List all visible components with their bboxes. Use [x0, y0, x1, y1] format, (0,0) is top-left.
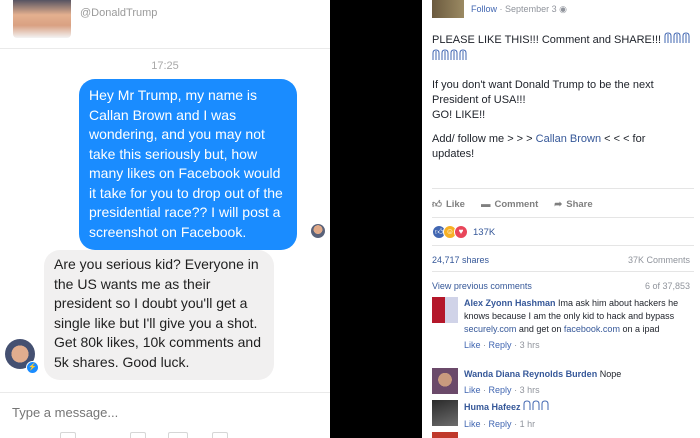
securely-link[interactable]: securely.com: [464, 324, 516, 334]
post-line-1: PLEASE LIKE THIS!!! Comment and SHARE!!!: [432, 34, 662, 46]
post-line-2b: President of USA!!!: [432, 94, 526, 106]
comments-count[interactable]: 37K Comments: [628, 255, 690, 265]
commenter-name[interactable]: Huma Hafeez: [464, 402, 521, 412]
gif-icon[interactable]: [130, 432, 146, 438]
globe-icon: ◉: [559, 4, 567, 14]
separator: ·: [514, 385, 518, 395]
composer-divider: [0, 392, 330, 393]
comment-label: Comment: [494, 198, 539, 210]
counts-divider: [432, 271, 694, 272]
actions-divider-top: [432, 188, 694, 189]
view-previous-comments-link[interactable]: View previous comments: [432, 281, 532, 291]
comment-like-link[interactable]: Like: [464, 340, 481, 350]
post-line-3c: updates!: [432, 148, 475, 160]
post-body: PLEASE LIKE THIS!!! Comment and SHARE!!!…: [432, 32, 694, 171]
commenter-avatar[interactable]: [432, 368, 458, 394]
comment-age: 3 hrs: [519, 340, 540, 350]
share-label: Share: [566, 198, 593, 210]
reactions-summary[interactable]: 👍︎ ☺ ♥ 137K: [432, 225, 495, 239]
commenter-name[interactable]: Wanda Diana Reynolds Burden: [464, 369, 597, 379]
comment-reply-link[interactable]: Reply: [489, 340, 512, 350]
contact-avatar[interactable]: [13, 0, 71, 38]
poster-avatar[interactable]: [432, 0, 464, 18]
header-divider: [0, 48, 330, 49]
follow-link[interactable]: Follow: [471, 4, 497, 14]
post-line-3b: < < < for: [601, 133, 646, 145]
comment-age: 3 hrs: [519, 385, 540, 395]
thumbs-up-icon: 👍︎: [432, 199, 442, 210]
share-button[interactable]: ➦ Share: [554, 198, 592, 210]
pray-emoji-icon: [523, 400, 549, 415]
comment-age: 1 hr: [519, 419, 536, 429]
commenter-avatar[interactable]: [432, 400, 458, 426]
messenger-panel: @DonaldTrump 17:25 Hey Mr Trump, my name…: [0, 0, 330, 438]
reactions-count: 137K: [473, 226, 496, 238]
comment-actions: Like · Reply · 1 hr: [464, 418, 686, 431]
separator: ·: [483, 419, 487, 429]
comments-pager-count: 6 of 37,853: [644, 281, 690, 291]
pray-emoji-icon: [664, 32, 692, 49]
seen-avatar: [311, 224, 325, 238]
commenter-avatar[interactable]: [432, 432, 458, 438]
black-separator: [330, 0, 422, 438]
love-reaction-icon: ♥: [454, 225, 468, 239]
post-line-3a: Add/ follow me > > >: [432, 133, 536, 145]
share-icon: ➦: [554, 198, 563, 210]
facebook-link[interactable]: facebook.com: [564, 324, 620, 334]
like-label: Like: [445, 198, 465, 210]
comment-actions: Like · Reply · 3 hrs: [464, 384, 686, 397]
pray-emoji-icon: [432, 49, 470, 66]
contact-handle: @DonaldTrump: [80, 7, 158, 19]
commenter-avatar[interactable]: [432, 297, 458, 323]
commenter-name[interactable]: Alex Zyonn Hashman: [464, 298, 556, 308]
messenger-badge-icon: ⚡: [26, 361, 39, 374]
message-timestamp: 17:25: [151, 60, 179, 72]
post-actions: 👍︎ Like ▬ Comment ➦ Share: [432, 198, 593, 211]
comment-reply-link[interactable]: Reply: [489, 385, 512, 395]
comment-reply-link[interactable]: Reply: [489, 419, 512, 429]
comment-body-cont: and get on: [516, 324, 564, 334]
separator: ·: [483, 385, 487, 395]
separator: ·: [483, 340, 487, 350]
meta-dot: ·: [499, 4, 503, 14]
separator: ·: [514, 340, 518, 350]
comments-pager: View previous comments 6 of 37,853: [432, 281, 690, 291]
separator: ·: [514, 419, 518, 429]
incoming-message[interactable]: Are you serious kid? Everyone in the US …: [44, 250, 274, 380]
comment-body: Nope: [597, 369, 622, 379]
outgoing-message[interactable]: Hey Mr Trump, my name is Callan Brown an…: [79, 79, 297, 250]
engagement-counts: 24,717 shares 37K Comments: [432, 255, 690, 265]
sticker-icon[interactable]: [168, 432, 188, 438]
shares-count[interactable]: 24,717 shares: [432, 255, 489, 265]
comment-icon: ▬: [480, 198, 491, 210]
post-line-2a: If you don't want Donald Trump to be the…: [432, 79, 654, 91]
comment-like-link[interactable]: Like: [464, 385, 481, 395]
reactions-divider: [432, 245, 694, 246]
photo-icon[interactable]: [212, 432, 228, 438]
comment-actions: Like · Reply · 3 hrs: [464, 339, 686, 352]
like-button[interactable]: 👍︎ Like: [432, 198, 465, 211]
post-line-2c: GO! LIKE!!: [432, 109, 486, 121]
post-meta: Follow · September 3 ◉: [471, 4, 567, 15]
comment-button[interactable]: ▬ Comment: [481, 198, 538, 210]
comment-text: Alex Zyonn Hashman Ima ask him about hac…: [464, 297, 686, 352]
message-input[interactable]: [12, 405, 262, 420]
comment-body-end: on a ipad: [619, 324, 660, 334]
camera-icon[interactable]: [60, 432, 76, 438]
callan-brown-link[interactable]: Callan Brown: [536, 133, 601, 145]
comment-like-link[interactable]: Like: [464, 419, 481, 429]
actions-divider-bottom: [432, 217, 694, 218]
comment-text: Wanda Diana Reynolds Burden Nope Like · …: [464, 368, 686, 397]
post-date[interactable]: September 3: [505, 4, 557, 14]
comment-text: Huma Hafeez Like · Reply · 1 hr: [464, 400, 686, 431]
facebook-post-panel: Follow · September 3 ◉ PLEASE LIKE THIS!…: [422, 0, 700, 438]
